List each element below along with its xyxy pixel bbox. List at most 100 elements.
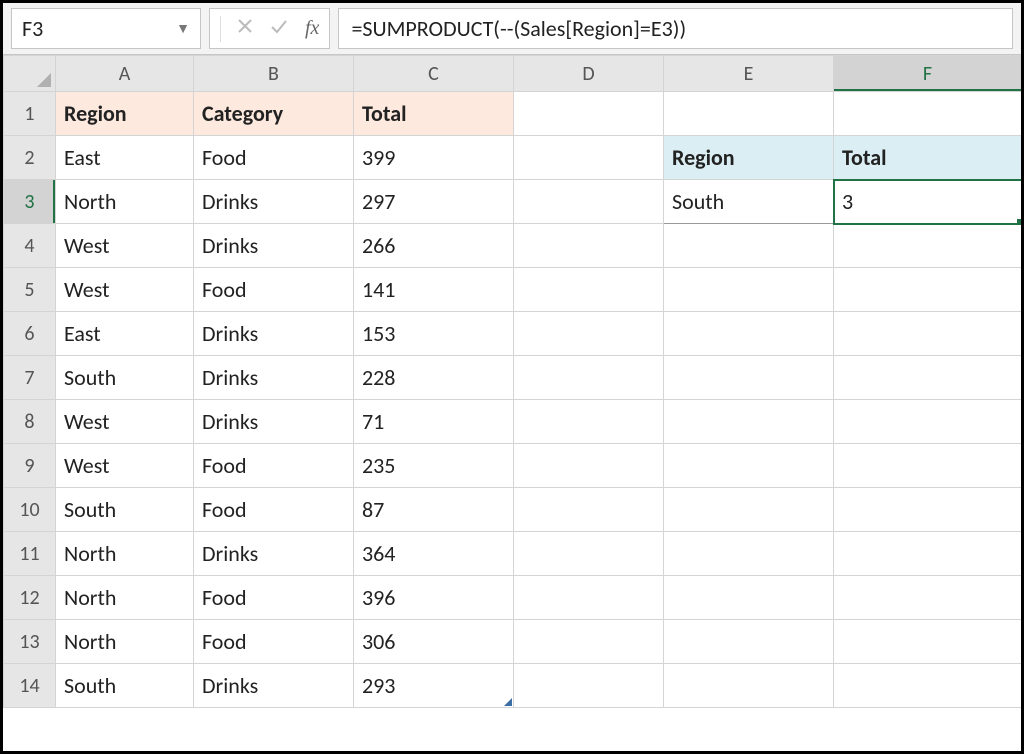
row-header[interactable]: 13 [4,620,56,664]
cell[interactable] [514,576,664,620]
cell[interactable]: Food [194,268,354,312]
cell[interactable]: Drinks [194,532,354,576]
name-box[interactable]: F3 ▼ [11,8,201,49]
cell[interactable]: Drinks [194,312,354,356]
row-header[interactable]: 1 [4,92,56,136]
row-header[interactable]: 2 [4,136,56,180]
select-all-corner[interactable] [4,56,56,92]
cell[interactable] [664,620,834,664]
cell[interactable] [834,224,1022,268]
cell[interactable] [514,312,664,356]
col-header-D[interactable]: D [514,56,664,92]
cell[interactable] [664,576,834,620]
cell[interactable]: South [664,180,834,224]
cell[interactable]: West [56,224,194,268]
spreadsheet-grid[interactable]: A B C D E F 1 Region Category Total [3,55,1021,751]
row-header[interactable]: 12 [4,576,56,620]
cell[interactable] [514,180,664,224]
cell[interactable]: Food [194,620,354,664]
cell[interactable]: 399 [354,136,514,180]
row-header[interactable]: 9 [4,444,56,488]
cell[interactable]: 153 [354,312,514,356]
row-header[interactable]: 4 [4,224,56,268]
cell[interactable]: 364 [354,532,514,576]
cell[interactable] [514,224,664,268]
cell[interactable]: Category [194,92,354,136]
cell[interactable]: North [56,532,194,576]
cell[interactable] [514,620,664,664]
col-header-C[interactable]: C [354,56,514,92]
cell[interactable]: 293 [354,664,514,708]
cell[interactable] [834,620,1022,664]
cell[interactable] [834,532,1022,576]
cell[interactable]: 297 [354,180,514,224]
cell[interactable]: North [56,620,194,664]
cell[interactable] [514,532,664,576]
cell[interactable]: 396 [354,576,514,620]
cell[interactable]: Drinks [194,664,354,708]
row-header[interactable]: 6 [4,312,56,356]
cell[interactable] [664,312,834,356]
cell[interactable]: West [56,268,194,312]
row-header[interactable]: 5 [4,268,56,312]
cell[interactable]: 266 [354,224,514,268]
cell[interactable] [664,444,834,488]
formula-input[interactable]: =SUMPRODUCT(--(Sales[Region]=E3)) [338,8,1013,49]
cell[interactable] [664,268,834,312]
cell[interactable] [514,444,664,488]
cell[interactable]: 141 [354,268,514,312]
cell[interactable] [664,92,834,136]
cell[interactable] [664,224,834,268]
chevron-down-icon[interactable]: ▼ [176,20,190,37]
cell[interactable]: Food [194,136,354,180]
cell[interactable] [834,400,1022,444]
cell[interactable] [514,268,664,312]
cell[interactable]: West [56,444,194,488]
cell[interactable] [834,664,1022,708]
cell[interactable]: East [56,312,194,356]
cell[interactable] [664,664,834,708]
cell[interactable] [834,92,1022,136]
col-header-F[interactable]: F [834,56,1022,92]
cell[interactable]: East [56,136,194,180]
cell[interactable]: Food [194,488,354,532]
cell[interactable]: North [56,576,194,620]
cell[interactable] [514,92,664,136]
cell[interactable]: Drinks [194,224,354,268]
cell[interactable]: 235 [354,444,514,488]
row-header[interactable]: 14 [4,664,56,708]
cell[interactable]: Food [194,444,354,488]
row-header[interactable]: 10 [4,488,56,532]
cell[interactable]: 306 [354,620,514,664]
cell[interactable]: Drinks [194,356,354,400]
cell[interactable] [834,576,1022,620]
col-header-A[interactable]: A [56,56,194,92]
row-header[interactable]: 11 [4,532,56,576]
cell[interactable] [664,532,834,576]
cell[interactable] [514,488,664,532]
cell[interactable]: Drinks [194,400,354,444]
cell[interactable]: Drinks [194,180,354,224]
cell[interactable] [664,400,834,444]
col-header-B[interactable]: B [194,56,354,92]
cell[interactable]: 87 [354,488,514,532]
cell[interactable]: Region [664,136,834,180]
cell[interactable] [834,356,1022,400]
col-header-E[interactable]: E [664,56,834,92]
cell[interactable]: 71 [354,400,514,444]
cell[interactable] [514,136,664,180]
cell[interactable] [664,356,834,400]
cell[interactable]: Region [56,92,194,136]
cell[interactable]: Total [834,136,1022,180]
row-header[interactable]: 7 [4,356,56,400]
cell[interactable]: West [56,400,194,444]
cell[interactable] [514,400,664,444]
row-header[interactable]: 3 [4,180,56,224]
cell[interactable]: South [56,664,194,708]
cell[interactable]: 228 [354,356,514,400]
cell[interactable]: South [56,488,194,532]
cell[interactable] [514,356,664,400]
cell[interactable]: Total [354,92,514,136]
active-cell[interactable]: 3 [834,180,1022,224]
cell[interactable] [514,664,664,708]
